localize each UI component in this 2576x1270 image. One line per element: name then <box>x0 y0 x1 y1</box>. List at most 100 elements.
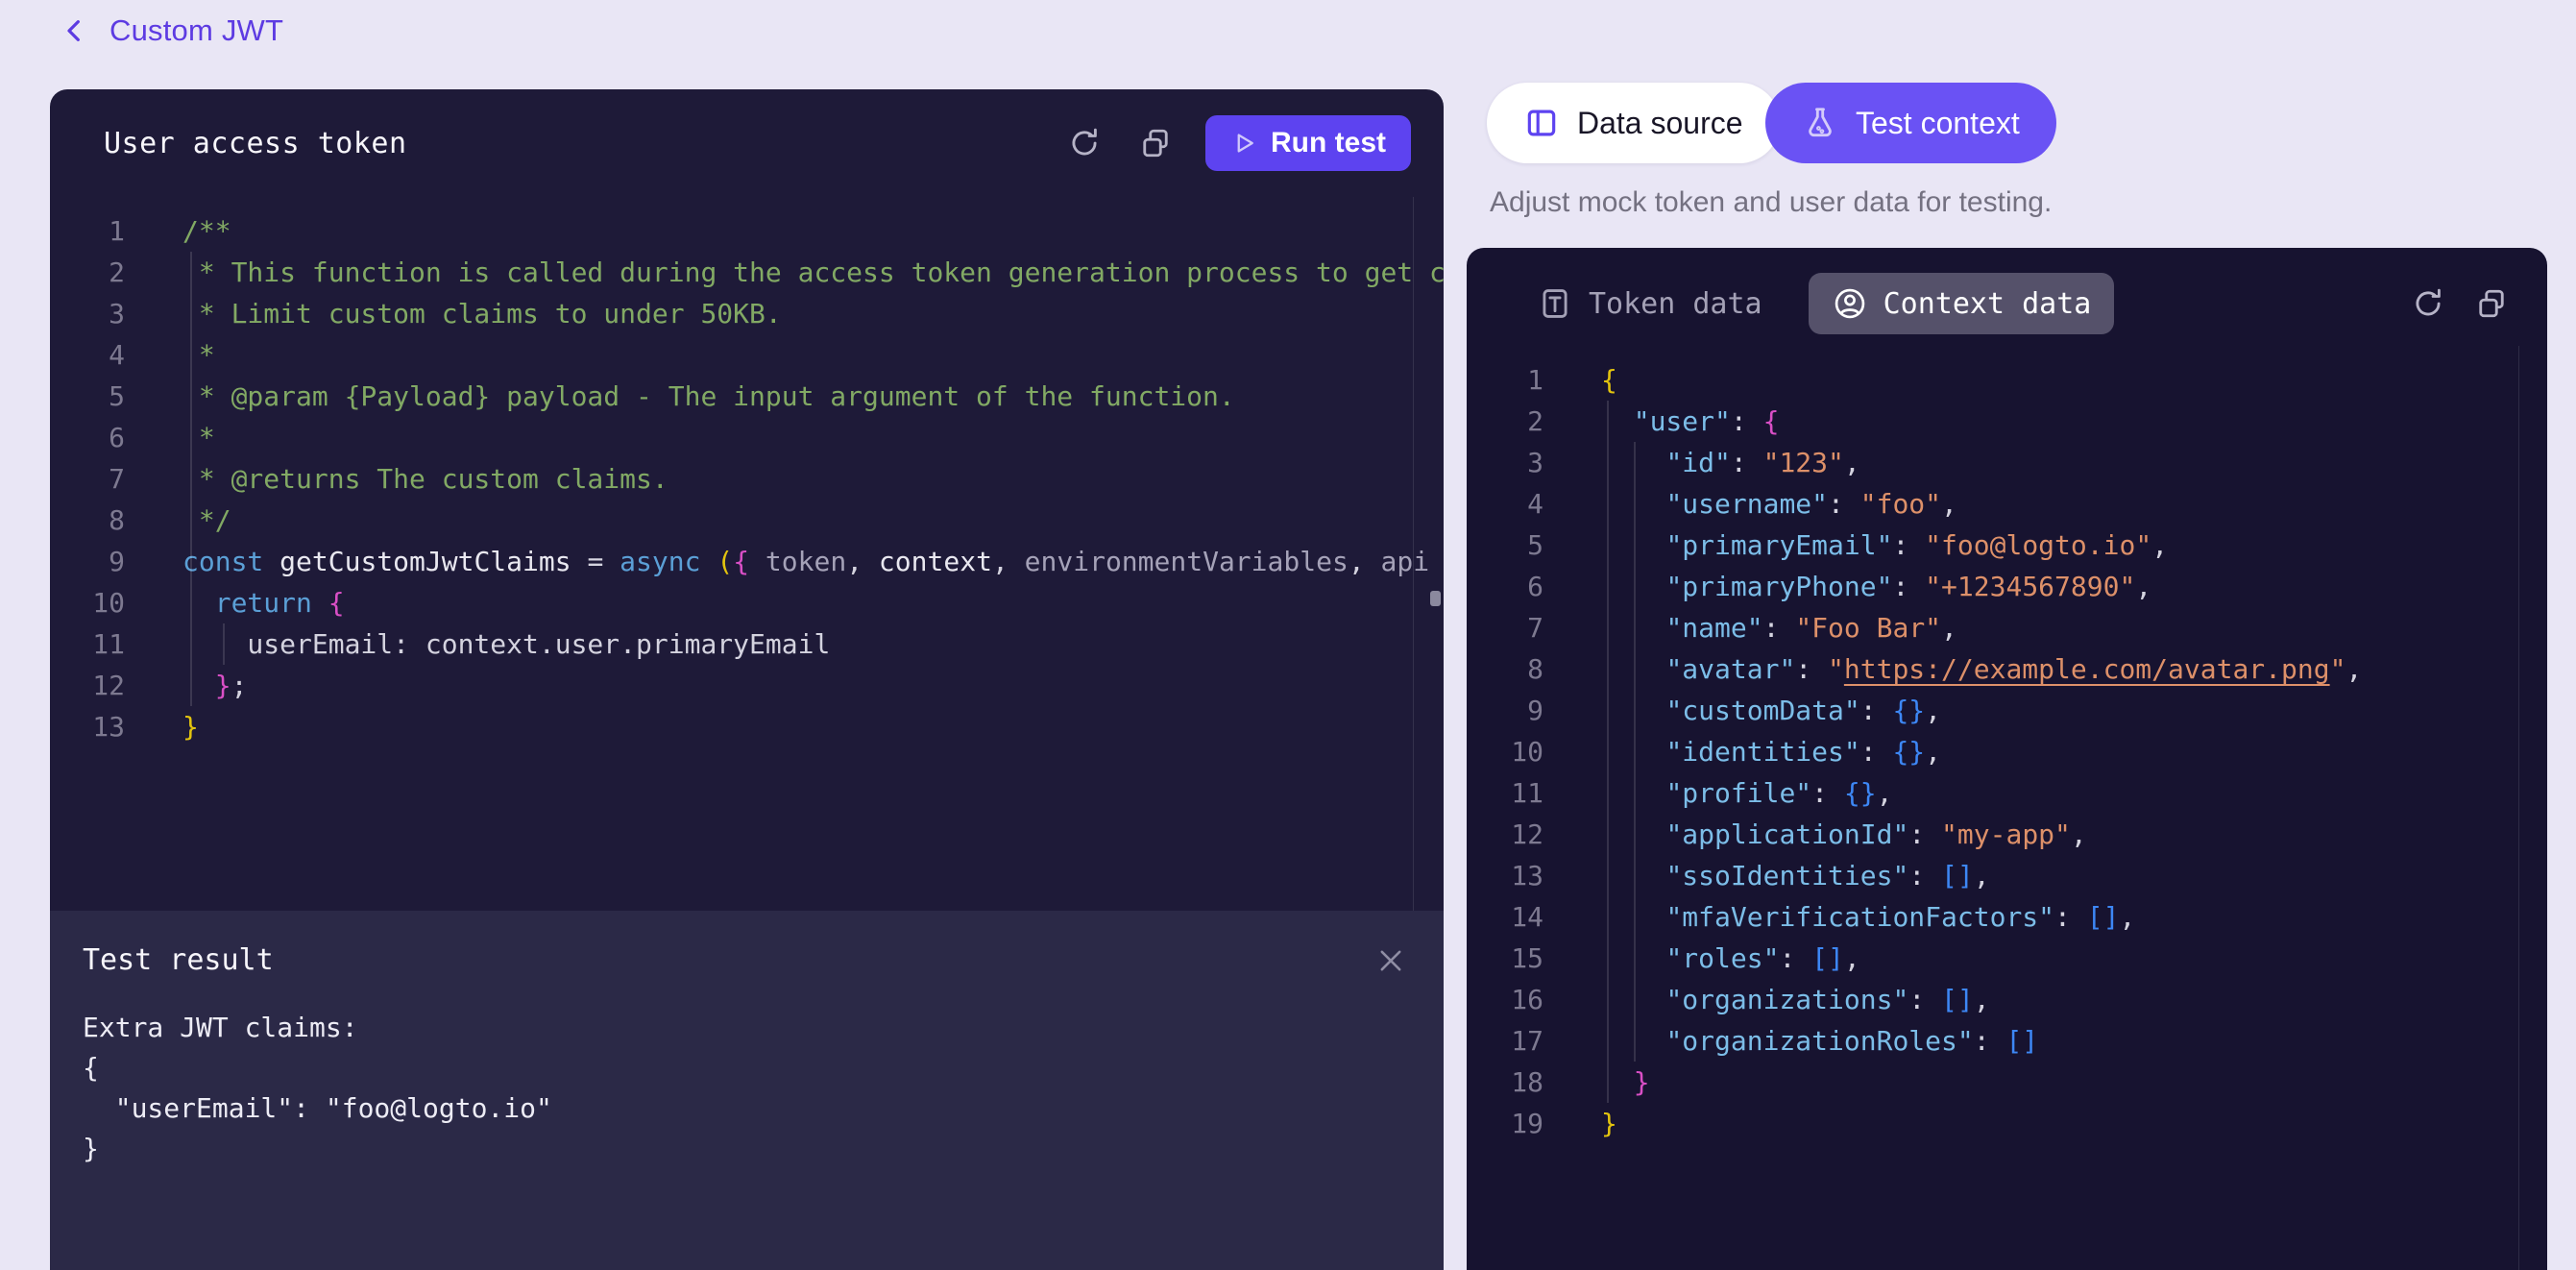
code-line: 7 * @returns The custom claims. <box>50 458 1444 500</box>
line-number: 6 <box>1467 566 1543 607</box>
copy-button[interactable] <box>1134 122 1177 164</box>
run-test-button[interactable]: Run test <box>1205 115 1411 171</box>
copy-context-button[interactable] <box>2470 282 2513 325</box>
line-number: 9 <box>50 541 125 582</box>
line-number: 16 <box>1467 979 1543 1020</box>
scrollbar-thumb[interactable] <box>1430 591 1441 606</box>
code-text: "applicationId": "my-app", <box>1601 814 2087 855</box>
code-text: "organizations": [], <box>1601 979 1990 1020</box>
code-text: "id": "123", <box>1601 442 1860 483</box>
code-text: "mfaVerificationFactors": [], <box>1601 896 2135 938</box>
test-context-button[interactable]: Test context <box>1765 83 2056 163</box>
code-line: 8 */ <box>50 500 1444 541</box>
indent-guide <box>1607 401 1609 1103</box>
code-line: 12 "applicationId": "my-app", <box>1467 814 2547 855</box>
line-number: 13 <box>50 706 125 747</box>
code-line: 8 "avatar": "https://example.com/avatar.… <box>1467 648 2547 690</box>
refresh-icon <box>1067 126 1102 160</box>
code-text: "primaryEmail": "foo@logto.io", <box>1601 525 2168 566</box>
editor-header: User access token Run test <box>50 89 1444 197</box>
code-text: } <box>1601 1103 1617 1144</box>
back-link[interactable]: Custom JWT <box>60 13 283 48</box>
code-text: "user": { <box>1601 401 1779 442</box>
tab-token-data[interactable]: Token data <box>1514 273 1786 334</box>
code-line: 4 * <box>50 334 1444 376</box>
line-number: 2 <box>1467 401 1543 442</box>
token-data-icon <box>1537 285 1573 322</box>
line-number: 5 <box>50 376 125 417</box>
code-line: 6 "primaryPhone": "+1234567890", <box>1467 566 2547 607</box>
code-text: "username": "foo", <box>1601 483 1957 525</box>
flask-icon <box>1802 105 1838 141</box>
line-number: 12 <box>50 665 125 706</box>
code-text: * @param {Payload} payload - The input a… <box>182 376 1235 417</box>
line-number: 1 <box>1467 359 1543 401</box>
code-text: "identities": {}, <box>1601 731 1941 772</box>
line-number: 19 <box>1467 1103 1543 1144</box>
line-number: 11 <box>1467 772 1543 814</box>
code-line: 11 userEmail: context.user.primaryEmail <box>50 623 1444 665</box>
code-text: "name": "Foo Bar", <box>1601 607 1957 648</box>
code-line: 12 }; <box>50 665 1444 706</box>
chevron-left-icon[interactable] <box>60 15 90 46</box>
jwt-editor-card: User access token Run test 1/**2 * This … <box>50 89 1444 1270</box>
line-number: 4 <box>1467 483 1543 525</box>
code-line: 6 * <box>50 417 1444 458</box>
data-source-button[interactable]: Data source <box>1487 83 1780 163</box>
refresh-button[interactable] <box>1063 122 1106 164</box>
close-button[interactable] <box>1374 944 1407 977</box>
tab-context-data-label: Context data <box>1883 287 2092 321</box>
page-title[interactable]: Custom JWT <box>109 13 283 48</box>
line-number: 4 <box>50 334 125 376</box>
code-text: * @returns The custom claims. <box>182 458 668 500</box>
code-text: "organizationRoles": [] <box>1601 1020 2038 1062</box>
line-number: 15 <box>1467 938 1543 979</box>
code-text: "avatar": "https://example.com/avatar.pn… <box>1601 648 2362 690</box>
code-text: * <box>182 334 215 376</box>
line-number: 11 <box>50 623 125 665</box>
code-text: "primaryPhone": "+1234567890", <box>1601 566 2151 607</box>
mock-data-caption: Adjust mock token and user data for test… <box>1490 186 2052 219</box>
code-line: 2 "user": { <box>1467 401 2547 442</box>
code-line: 18 } <box>1467 1062 2547 1103</box>
play-icon <box>1230 130 1257 157</box>
close-icon <box>1374 944 1407 977</box>
code-editor[interactable]: 1/**2 * This function is called during t… <box>50 197 1444 911</box>
code-line: 4 "username": "foo", <box>1467 483 2547 525</box>
code-text: * This function is called during the acc… <box>182 252 1444 293</box>
panel-left-icon <box>1523 105 1560 141</box>
context-json-editor[interactable]: 1{2 "user": {3 "id": "123",4 "username":… <box>1467 346 2547 1270</box>
test-result-title: Test result <box>83 943 274 977</box>
scrollbar-track <box>1413 197 1414 911</box>
code-line: 3 "id": "123", <box>1467 442 2547 483</box>
code-line: 13 "ssoIdentities": [], <box>1467 855 2547 896</box>
line-number: 8 <box>50 500 125 541</box>
code-text: { <box>1601 359 1617 401</box>
line-number: 7 <box>1467 607 1543 648</box>
code-text: "profile": {}, <box>1601 772 1892 814</box>
editor-title: User access token <box>104 127 407 160</box>
code-text: return { <box>182 582 345 623</box>
code-text: * Limit custom claims to under 50KB. <box>182 293 782 334</box>
data-source-label: Data source <box>1577 106 1743 141</box>
tab-token-data-label: Token data <box>1589 287 1762 321</box>
code-line: 11 "profile": {}, <box>1467 772 2547 814</box>
code-line: 1{ <box>1467 359 2547 401</box>
code-line: 10 "identities": {}, <box>1467 731 2547 772</box>
line-number: 10 <box>50 582 125 623</box>
indent-guide <box>190 252 192 706</box>
line-number: 18 <box>1467 1062 1543 1103</box>
code-text: const getCustomJwtClaims = async ({ toke… <box>182 541 1429 582</box>
tab-context-data[interactable]: Context data <box>1809 273 2115 334</box>
line-number: 12 <box>1467 814 1543 855</box>
code-text: "roles": [], <box>1601 938 1860 979</box>
code-text: }; <box>182 665 247 706</box>
refresh-icon <box>2411 286 2445 321</box>
line-number: 6 <box>50 417 125 458</box>
code-text: "ssoIdentities": [], <box>1601 855 1990 896</box>
code-line: 1/** <box>50 210 1444 252</box>
line-number: 7 <box>50 458 125 500</box>
code-line: 5 "primaryEmail": "foo@logto.io", <box>1467 525 2547 566</box>
line-number: 5 <box>1467 525 1543 566</box>
refresh-context-button[interactable] <box>2407 282 2449 325</box>
